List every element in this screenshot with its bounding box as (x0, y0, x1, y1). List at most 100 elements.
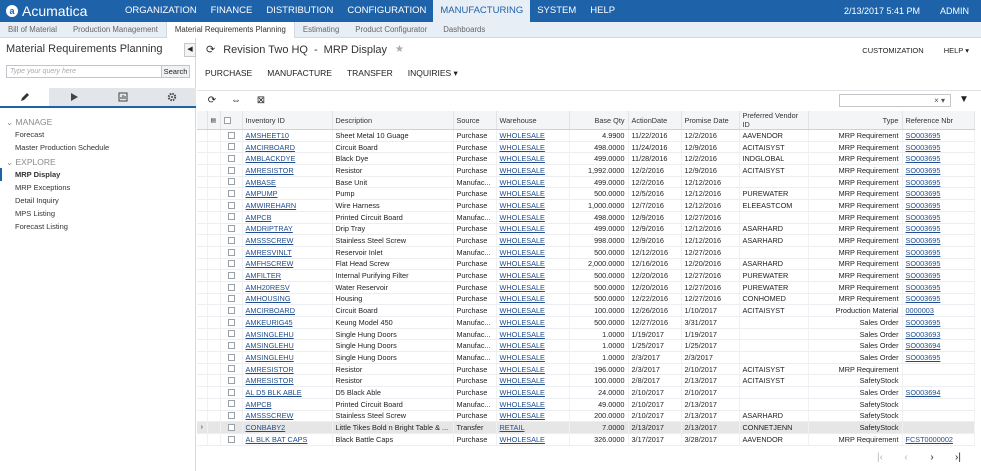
cell-warehouse[interactable]: WHOLESALE (496, 316, 570, 329)
column-header-actiondate[interactable]: ActionDate (628, 111, 682, 130)
table-row[interactable]: AMPCB Printed Circuit Board Manufac... WHOL… (197, 398, 975, 411)
row-select-checkbox[interactable] (220, 351, 243, 364)
cell-reference-nbr[interactable]: SO003695 (902, 176, 975, 189)
cell-inventory-id[interactable]: AMSSSCREW (242, 234, 333, 247)
cell-reference-nbr[interactable]: SO003695 (902, 293, 975, 306)
sidebar-group-manage[interactable]: ⌄ MANAGE (0, 116, 196, 128)
cell-warehouse[interactable]: WHOLESALE (496, 304, 570, 317)
cell-reference-nbr[interactable]: SO003695 (902, 316, 975, 329)
first-page-icon[interactable]: |‹ (867, 452, 893, 463)
cell-inventory-id[interactable]: AL D5 BLK ABLE (242, 386, 333, 399)
row-select-checkbox[interactable] (220, 258, 243, 271)
row-select-checkbox[interactable] (220, 363, 243, 376)
column-header-preferred-vendor-id[interactable]: Preferred Vendor ID (739, 111, 809, 130)
cell-inventory-id[interactable]: AMSINGLEHU (242, 339, 333, 353)
cell-warehouse[interactable]: WHOLESALE (496, 351, 570, 364)
row-select-checkbox[interactable] (220, 328, 243, 341)
notes-header-icon[interactable]: ▤ (207, 111, 221, 130)
subtab-bill-of-material[interactable]: Bill of Material (0, 22, 65, 38)
table-row[interactable]: AMSHEET10 Sheet Metal 10 Guage Purchase WHO… (197, 129, 975, 142)
cell-inventory-id[interactable]: AMBASE (242, 176, 333, 189)
row-select-checkbox[interactable] (220, 152, 243, 166)
cell-warehouse[interactable]: WHOLESALE (496, 223, 570, 236)
cell-inventory-id[interactable]: AMPCB (242, 398, 333, 411)
row-select-checkbox[interactable] (220, 223, 243, 236)
cell-warehouse[interactable]: WHOLESALE (496, 328, 570, 341)
cell-reference-nbr[interactable]: SO003695 (902, 211, 975, 224)
nav-organization[interactable]: ORGANIZATION (118, 0, 204, 22)
cell-reference-nbr[interactable]: SO003695 (902, 281, 975, 294)
export-excel-icon[interactable]: ⊠ (254, 94, 268, 108)
cell-warehouse[interactable]: WHOLESALE (496, 246, 570, 259)
clear-search-icon[interactable]: × (934, 96, 939, 105)
table-row[interactable]: AMSINGLEHU Single Hung Doors Manufac... WHO… (197, 351, 975, 364)
sidebar-item-mrp-display[interactable]: MRP Display (0, 168, 196, 181)
cell-reference-nbr[interactable]: FCST0000002 (902, 433, 975, 446)
tab-run[interactable] (49, 88, 98, 106)
column-header-promise-date[interactable]: Promise Date (681, 111, 740, 130)
cell-inventory-id[interactable]: AMSINGLEHU (242, 328, 333, 341)
select-all-checkbox[interactable] (220, 111, 243, 130)
subtab-estimating[interactable]: Estimating (295, 22, 347, 38)
refresh-page-icon[interactable]: ⟳ (206, 43, 215, 56)
row-select-checkbox[interactable] (220, 339, 243, 353)
cell-reference-nbr[interactable] (902, 398, 975, 411)
row-select-checkbox[interactable] (220, 421, 243, 434)
tab-edit[interactable] (0, 88, 49, 106)
prev-page-icon[interactable]: ‹ (893, 452, 919, 463)
cell-reference-nbr[interactable]: SO003695 (902, 258, 975, 271)
cell-warehouse[interactable]: WHOLESALE (496, 293, 570, 306)
table-row[interactable]: AMPUMP Pump Purchase WHOLESALE 500.0000 12/5/… (197, 187, 975, 201)
sidebar-item-master-production-schedule[interactable]: Master Production Schedule (0, 141, 196, 154)
customization-menu[interactable]: CUSTOMIZATION (862, 46, 923, 55)
column-header-inventory-id[interactable]: Inventory ID (242, 111, 333, 130)
help-menu[interactable]: HELP ▾ (944, 46, 969, 55)
favorite-star-icon[interactable]: ★ (395, 44, 404, 55)
action-purchase[interactable]: PURCHASE (205, 68, 252, 79)
row-select-checkbox[interactable] (220, 141, 243, 154)
cell-reference-nbr[interactable]: SO003695 (902, 152, 975, 166)
action-manufacture[interactable]: MANUFACTURE (267, 68, 332, 79)
cell-warehouse[interactable]: WHOLESALE (496, 141, 570, 154)
table-row[interactable]: AL D5 BLK ABLE D5 Black Able Purchase WHOLE… (197, 386, 975, 399)
sidebar-search-input[interactable]: Type your query here (6, 65, 162, 78)
row-select-checkbox[interactable] (220, 293, 243, 306)
cell-inventory-id[interactable]: AL BLK BAT CAPS (242, 433, 333, 446)
cell-warehouse[interactable]: WHOLESALE (496, 152, 570, 166)
table-row[interactable]: › CONBABY2 Little Tikes Bold n Bright Tabl… (197, 421, 975, 434)
cell-warehouse[interactable]: WHOLESALE (496, 234, 570, 247)
cell-inventory-id[interactable]: AMPCB (242, 211, 333, 224)
datetime-display[interactable]: 2/13/2017 5:41 PM (844, 6, 920, 16)
column-header-warehouse[interactable]: Warehouse (496, 111, 570, 130)
cell-reference-nbr[interactable]: SO003694 (902, 339, 975, 353)
action-transfer[interactable]: TRANSFER (347, 68, 393, 79)
cell-reference-nbr[interactable]: SO003695 (902, 234, 975, 247)
cell-inventory-id[interactable]: AMKEURIG45 (242, 316, 333, 329)
row-select-checkbox[interactable] (220, 386, 243, 399)
cell-warehouse[interactable]: WHOLESALE (496, 374, 570, 388)
cell-warehouse[interactable]: RETAIL (496, 421, 570, 434)
sidebar-item-mps-listing[interactable]: MPS Listing (0, 207, 196, 220)
table-row[interactable]: AMRESVINLT Reservoir Inlet Manufac... WHOLE… (197, 246, 975, 259)
cell-warehouse[interactable]: WHOLESALE (496, 269, 570, 282)
cell-warehouse[interactable]: WHOLESALE (496, 386, 570, 399)
cell-reference-nbr[interactable]: SO003693 (902, 328, 975, 341)
table-row[interactable]: AMHOUSING Housing Purchase WHOLESALE 500.000… (197, 293, 975, 306)
cell-inventory-id[interactable]: AMBLACKDYE (242, 152, 333, 166)
cell-warehouse[interactable]: WHOLESALE (496, 176, 570, 189)
collapse-sidebar-icon[interactable]: ◀ (184, 43, 196, 57)
cell-warehouse[interactable]: WHOLESALE (496, 199, 570, 212)
cell-warehouse[interactable]: WHOLESALE (496, 363, 570, 376)
row-select-checkbox[interactable] (220, 281, 243, 294)
subtab-product-configurator[interactable]: Product Configurator (347, 22, 435, 38)
cell-inventory-id[interactable]: AMDRIPTRAY (242, 223, 333, 236)
table-row[interactable]: AMSINGLEHU Single Hung Doors Manufac... WHO… (197, 328, 975, 341)
brand-logo[interactable]: a Acumatica (0, 3, 118, 19)
cell-inventory-id[interactable]: AMSINGLEHU (242, 351, 333, 364)
subtab-production-management[interactable]: Production Management (65, 22, 166, 38)
action-inquiries[interactable]: INQUIRIES ▾ (408, 68, 458, 79)
nav-finance[interactable]: FINANCE (204, 0, 260, 22)
table-row[interactable]: AL BLK BAT CAPS Black Battle Caps Purchase… (197, 433, 975, 446)
table-row[interactable]: AMSSSCREW Stainless Steel Screw Purchase WH… (197, 410, 975, 423)
sidebar-item-forecast[interactable]: Forecast (0, 128, 196, 141)
